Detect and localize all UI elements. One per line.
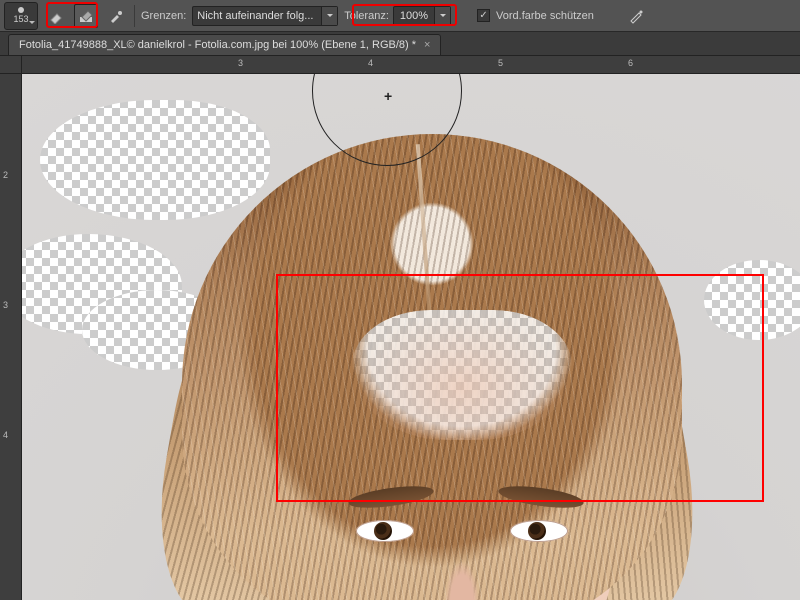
ruler-mark: 3 (3, 300, 8, 310)
options-bar: 153 Grenzen: Toleranz: 100% ✓ Vord.farbe… (0, 0, 800, 32)
chevron-down-icon[interactable] (434, 7, 450, 25)
stylus-pressure-icon (628, 8, 644, 24)
checkmark-icon: ✓ (479, 10, 487, 21)
ruler-mark: 3 (238, 58, 243, 68)
ruler-mark: 4 (3, 430, 8, 440)
brush-cursor-center-icon: + (384, 88, 392, 104)
document-tab[interactable]: Fotolia_41749888_XL© danielkrol - Fotoli… (8, 34, 441, 55)
background-eraser-mode-button[interactable] (74, 4, 98, 28)
limits-value[interactable] (193, 10, 321, 22)
brush-settings-button[interactable] (104, 4, 128, 28)
ruler-origin[interactable] (0, 56, 22, 74)
brush-settings-icon (108, 8, 124, 24)
brush-dot-icon (18, 7, 24, 13)
ruler-mark: 2 (3, 170, 8, 180)
limits-dropdown[interactable] (192, 6, 338, 26)
protect-foreground-label: Vord.farbe schützen (496, 10, 594, 22)
close-icon[interactable]: × (424, 39, 430, 51)
ruler-mark: 6 (628, 58, 633, 68)
separator (134, 5, 135, 27)
tolerance-value: 100% (394, 10, 434, 22)
tolerance-label: Toleranz: (344, 10, 389, 22)
eraser-icon (48, 8, 64, 24)
brush-preset-picker[interactable]: 153 (4, 2, 38, 30)
chevron-down-icon[interactable] (321, 7, 337, 25)
limits-label: Grenzen: (141, 10, 186, 22)
document-tab-title: Fotolia_41749888_XL© danielkrol - Fotoli… (19, 39, 416, 51)
ruler-mark: 5 (498, 58, 503, 68)
tolerance-field[interactable]: 100% (393, 6, 451, 26)
horizontal-ruler[interactable]: 3 4 5 6 (22, 56, 800, 74)
photo-subject (142, 124, 722, 600)
protect-foreground-checkbox[interactable]: ✓ (477, 9, 490, 22)
stylus-pressure-button[interactable] (624, 4, 648, 28)
vertical-ruler[interactable]: 2 3 4 (0, 74, 22, 600)
canvas-area[interactable]: + (22, 74, 800, 600)
background-eraser-icon (78, 8, 94, 24)
eraser-mode-button[interactable] (44, 4, 68, 28)
brush-size-value: 153 (13, 14, 28, 24)
ruler-mark: 4 (368, 58, 373, 68)
document-tab-bar: Fotolia_41749888_XL© danielkrol - Fotoli… (0, 32, 800, 56)
